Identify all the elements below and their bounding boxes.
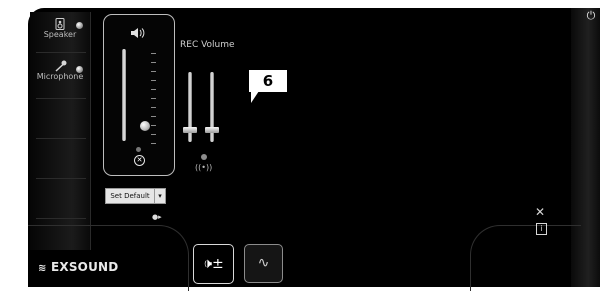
mute-icon[interactable]: ✕ — [134, 155, 145, 166]
microphone-device-icon — [54, 60, 67, 72]
waveform-icon: ∿ — [257, 255, 270, 271]
arrows-icon[interactable]: ●▸ — [152, 213, 162, 221]
mute-led — [136, 147, 141, 152]
volume-tab-button[interactable]: 🕩± — [193, 244, 234, 284]
rec-left-fader-knob[interactable] — [183, 127, 197, 133]
speaker-device-icon — [54, 18, 66, 30]
logo-text: EXSOUND — [50, 260, 119, 274]
exsound-window: ⏻ Speaker Microphone ✕ Set Default ▾ ●▸ … — [0, 0, 600, 291]
playback-volume-panel: ✕ — [103, 14, 175, 176]
microphone-status-icon — [76, 66, 83, 73]
power-icon[interactable]: ⏻ — [585, 10, 597, 22]
divider — [36, 178, 86, 179]
info-icon[interactable]: i — [536, 223, 547, 235]
bottom-curve-left — [28, 225, 189, 291]
bottom-curve-right — [470, 225, 581, 291]
callout-label: 6 — [249, 70, 287, 92]
divider — [36, 52, 86, 53]
exsound-logo: ≋ EXSOUND — [38, 260, 118, 274]
divider — [36, 98, 86, 99]
callout-pointer — [251, 91, 259, 103]
rec-volume-title: REC Volume — [180, 40, 235, 50]
speaker-label: Speaker — [43, 30, 77, 39]
volume-slider-track[interactable] — [122, 49, 126, 141]
volume-slider-knob[interactable] — [140, 121, 150, 131]
effects-tab-button[interactable]: ∿ — [244, 244, 283, 283]
volume-scale — [151, 53, 157, 145]
microphone-label: Microphone — [36, 72, 84, 81]
volume-tab-icon: 🕩± — [203, 256, 224, 272]
set-default-dropdown[interactable]: ▾ — [154, 188, 166, 204]
logo-mark-icon: ≋ — [38, 263, 47, 274]
rec-right-fader-knob[interactable] — [205, 127, 219, 133]
tools-icon[interactable]: ✕ — [535, 205, 545, 219]
divider — [36, 218, 86, 219]
set-default-button[interactable]: Set Default — [105, 188, 155, 204]
speaker-icon — [130, 27, 146, 42]
rec-link-icon[interactable]: ((•)) — [195, 163, 212, 172]
device-sidebar: Speaker Microphone — [30, 12, 91, 250]
divider — [36, 138, 86, 139]
rec-led — [201, 154, 207, 160]
speaker-status-icon — [76, 22, 83, 29]
